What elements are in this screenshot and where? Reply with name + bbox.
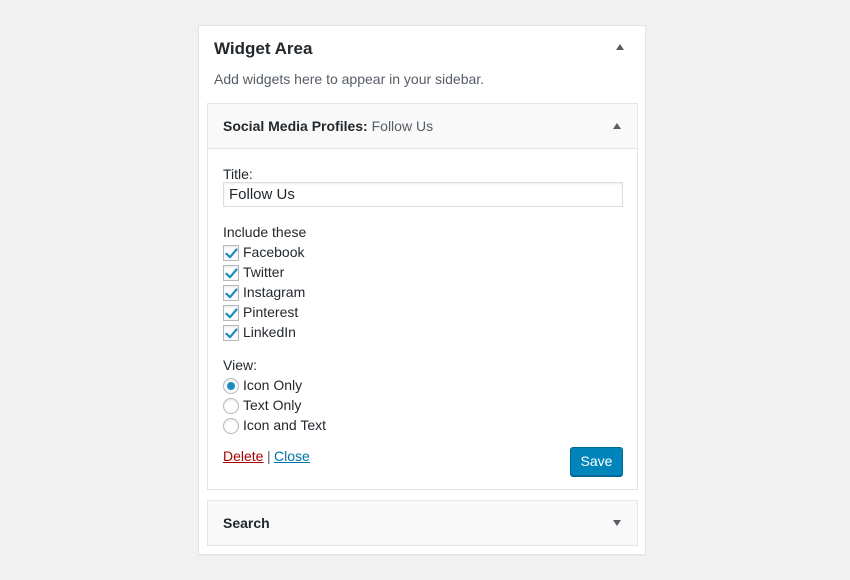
link-separator: | bbox=[267, 448, 271, 464]
network-label: Pinterest bbox=[243, 304, 299, 320]
radio-selected-dot bbox=[227, 382, 235, 390]
search-widget-header[interactable]: Search bbox=[208, 501, 637, 545]
checkbox-instagram[interactable] bbox=[223, 285, 239, 301]
widget-area-title: Widget Area bbox=[214, 39, 313, 58]
checkmark-icon bbox=[225, 268, 238, 279]
radio-icon-only[interactable] bbox=[223, 378, 239, 394]
widget-in-title: Follow Us bbox=[371, 118, 434, 134]
collapse-arrow-icon[interactable] bbox=[613, 123, 621, 129]
view-option-label: Text Only bbox=[243, 397, 302, 413]
network-label: Twitter bbox=[243, 264, 285, 280]
widget-area-panel: Widget Area Add widgets here to appear i… bbox=[198, 25, 646, 555]
social-media-widget-header[interactable]: Social Media Profiles: Follow Us bbox=[208, 104, 637, 148]
network-label: Facebook bbox=[243, 244, 305, 260]
checkbox-pinterest[interactable] bbox=[223, 305, 239, 321]
widget-settings: Title: Include these Facebook Twitter I bbox=[208, 148, 637, 489]
network-label: LinkedIn bbox=[243, 324, 296, 340]
checkbox-linkedin[interactable] bbox=[223, 325, 239, 341]
radio-text-only[interactable] bbox=[223, 398, 239, 414]
view-option-label: Icon and Text bbox=[243, 417, 327, 433]
network-label: Instagram bbox=[243, 284, 306, 300]
checkmark-icon bbox=[225, 328, 238, 339]
collapse-arrow-icon[interactable] bbox=[616, 44, 624, 50]
expand-arrow-icon[interactable] bbox=[613, 520, 621, 526]
checkmark-icon bbox=[225, 308, 238, 319]
view-option-label: Icon Only bbox=[243, 377, 303, 393]
title-label: Title: bbox=[223, 166, 253, 182]
checkmark-icon bbox=[225, 288, 238, 299]
include-label: Include these bbox=[223, 224, 307, 240]
delete-link[interactable]: Delete bbox=[223, 448, 263, 464]
widget-title: Search bbox=[223, 515, 270, 531]
checkbox-facebook[interactable] bbox=[223, 245, 239, 261]
search-widget: Search bbox=[207, 500, 638, 546]
checkmark-icon bbox=[225, 248, 238, 259]
save-button[interactable]: Save bbox=[570, 447, 623, 476]
close-link[interactable]: Close bbox=[274, 448, 310, 464]
radio-icon-and-text[interactable] bbox=[223, 418, 239, 434]
checkbox-twitter[interactable] bbox=[223, 265, 239, 281]
widget-area-description: Add widgets here to appear in your sideb… bbox=[214, 71, 485, 87]
social-media-widget: Social Media Profiles: Follow Us Title: … bbox=[207, 103, 638, 490]
title-input[interactable] bbox=[223, 182, 623, 207]
view-label: View: bbox=[223, 357, 257, 373]
widget-title: Social Media Profiles: Follow Us bbox=[223, 118, 433, 134]
widget-name: Social Media Profiles: bbox=[223, 118, 368, 134]
